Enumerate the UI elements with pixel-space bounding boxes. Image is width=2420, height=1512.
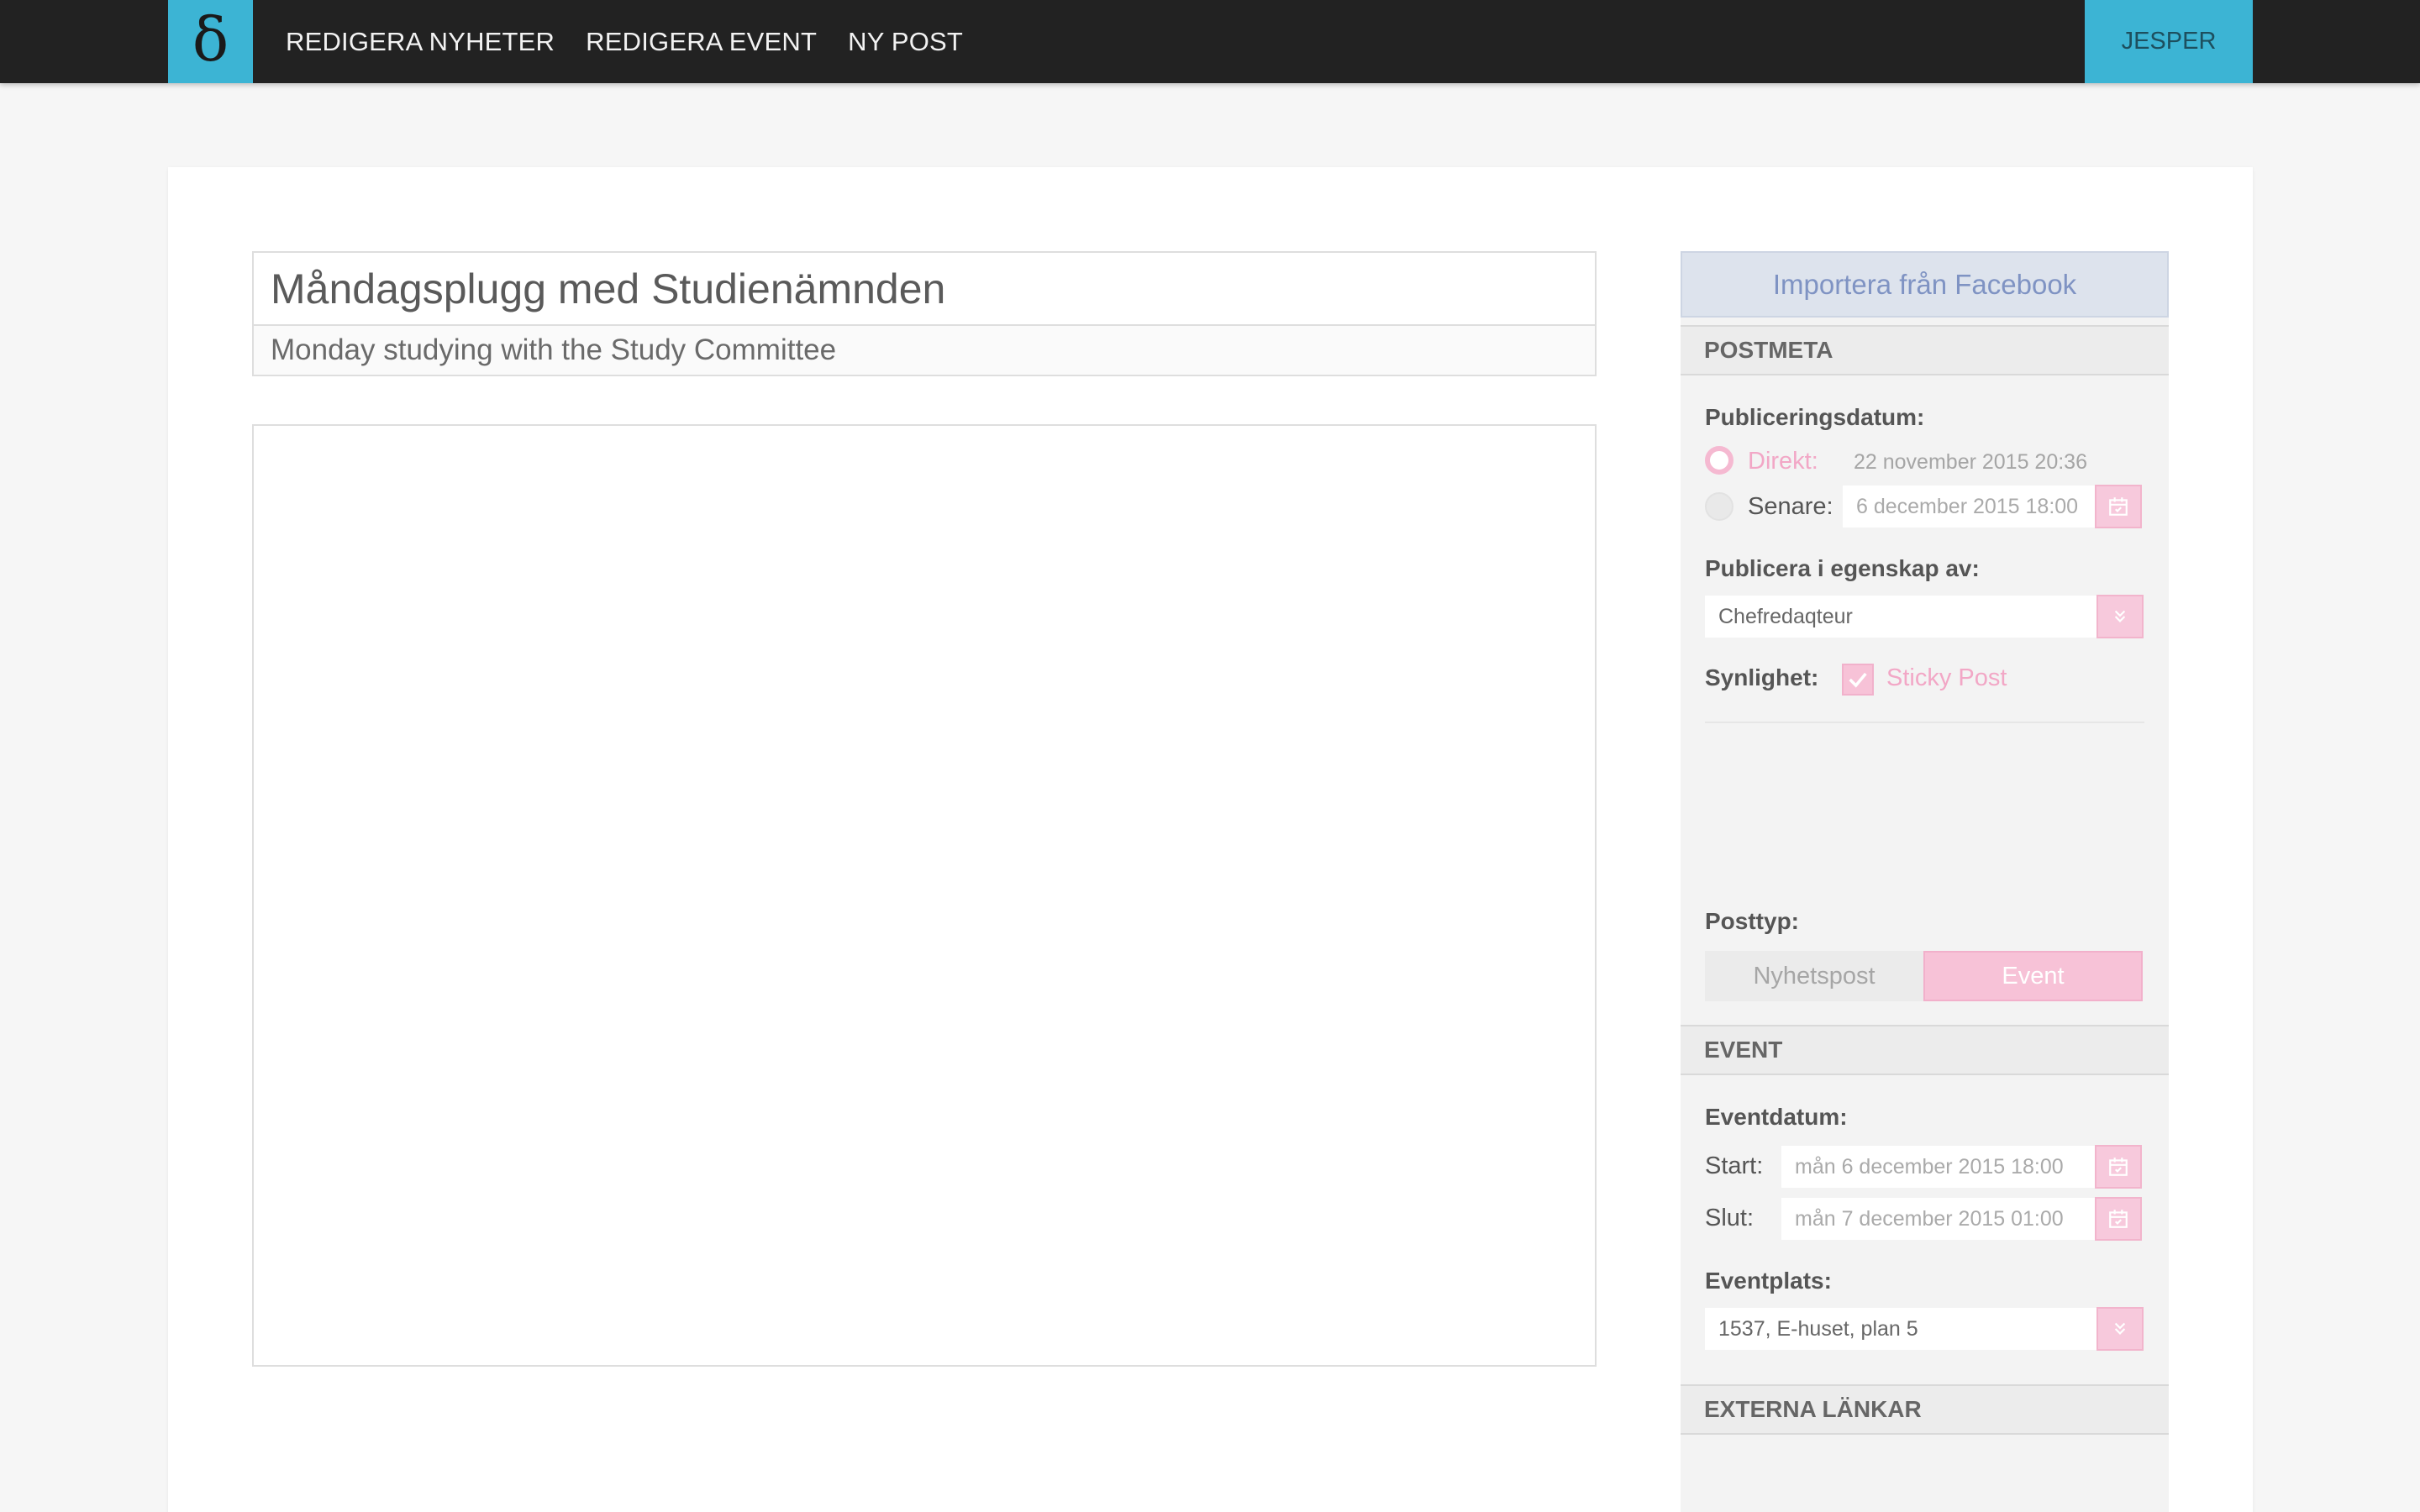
event-end-label: Slut: [1705, 1205, 1754, 1231]
chevron-down-double-icon [2114, 1322, 2126, 1335]
post-editor-card: Måndagsplugg med Studienämnden Monday st… [168, 167, 2253, 1512]
event-end-calendar-button[interactable] [2095, 1197, 2142, 1241]
posttype-label: Posttyp: [1705, 908, 1799, 934]
event-end-input[interactable]: mån 7 december 2015 01:00 [1781, 1198, 2095, 1240]
publish-as-label: Publicera i egenskap av: [1705, 555, 1980, 581]
title-input[interactable]: Måndagsplugg med Studienämnden [254, 253, 1595, 326]
divider [1705, 722, 2144, 723]
body-editor[interactable] [252, 424, 1597, 1367]
sticky-post-label: Sticky Post [1886, 664, 2007, 691]
publish-as-select[interactable]: Chefredaqteur [1705, 596, 2096, 638]
chevron-down-double-icon [2114, 610, 2126, 622]
nav-link-new-post[interactable]: NY POST [848, 27, 963, 57]
later-date-calendar-button[interactable] [2095, 485, 2142, 528]
nav-link-edit-event[interactable]: REDIGERA EVENT [586, 27, 817, 57]
section-heading-event[interactable]: EVENT [1681, 1025, 2169, 1075]
subtitle-input[interactable]: Monday studying with the Study Committee [254, 326, 1595, 375]
nav-links: REDIGERA NYHETER REDIGERA EVENT NY POST [286, 0, 994, 83]
logo-delta-icon: δ [192, 3, 229, 75]
section-heading-external-links[interactable]: EXTERNA LÄNKAR [1681, 1384, 2169, 1435]
visibility-label: Synlighet: [1705, 664, 1819, 690]
checkmark-icon [1849, 672, 1867, 688]
publish-date-label: Publiceringsdatum: [1705, 404, 1925, 430]
title-group: Måndagsplugg med Studienämnden Monday st… [252, 251, 1597, 376]
calendar-icon [2109, 1210, 2128, 1228]
import-facebook-button[interactable]: Importera från Facebook [1681, 251, 2169, 318]
post-sidebar: Importera från Facebook POSTMETA Publice… [1681, 251, 2169, 1512]
logo[interactable]: δ [168, 0, 253, 83]
publish-as-dropdown-button[interactable] [2096, 595, 2144, 638]
event-start-label: Start: [1705, 1152, 1764, 1179]
event-start-input[interactable]: mån 6 december 2015 18:00 [1781, 1146, 2095, 1188]
event-date-label: Eventdatum: [1705, 1104, 1848, 1130]
event-place-label: Eventplats: [1705, 1268, 1832, 1294]
section-heading-postmeta[interactable]: POSTMETA [1681, 325, 2169, 375]
radio-later-label: Senare: [1748, 493, 1833, 520]
radio-publish-direct[interactable] [1705, 446, 1733, 475]
posttype-event-button[interactable]: Event [1923, 951, 2143, 1001]
user-menu-button[interactable]: JESPER [2085, 0, 2253, 83]
sticky-post-checkbox[interactable] [1842, 664, 1874, 696]
calendar-icon [2109, 1158, 2128, 1176]
event-start-calendar-button[interactable] [2095, 1145, 2142, 1189]
nav-link-edit-news[interactable]: REDIGERA NYHETER [286, 27, 555, 57]
event-place-dropdown-button[interactable] [2096, 1307, 2144, 1351]
radio-publish-later[interactable] [1705, 492, 1733, 521]
direct-date-text: 22 november 2015 20:36 [1854, 450, 2087, 474]
posttype-news-button[interactable]: Nyhetspost [1705, 951, 1923, 1001]
top-navbar: δ REDIGERA NYHETER REDIGERA EVENT NY POS… [0, 0, 2420, 83]
event-place-select[interactable]: 1537, E-huset, plan 5 [1705, 1308, 2096, 1350]
later-date-input[interactable]: 6 december 2015 18:00 [1843, 486, 2095, 528]
radio-direct-label: Direkt: [1748, 448, 1818, 475]
calendar-icon [2109, 497, 2128, 516]
